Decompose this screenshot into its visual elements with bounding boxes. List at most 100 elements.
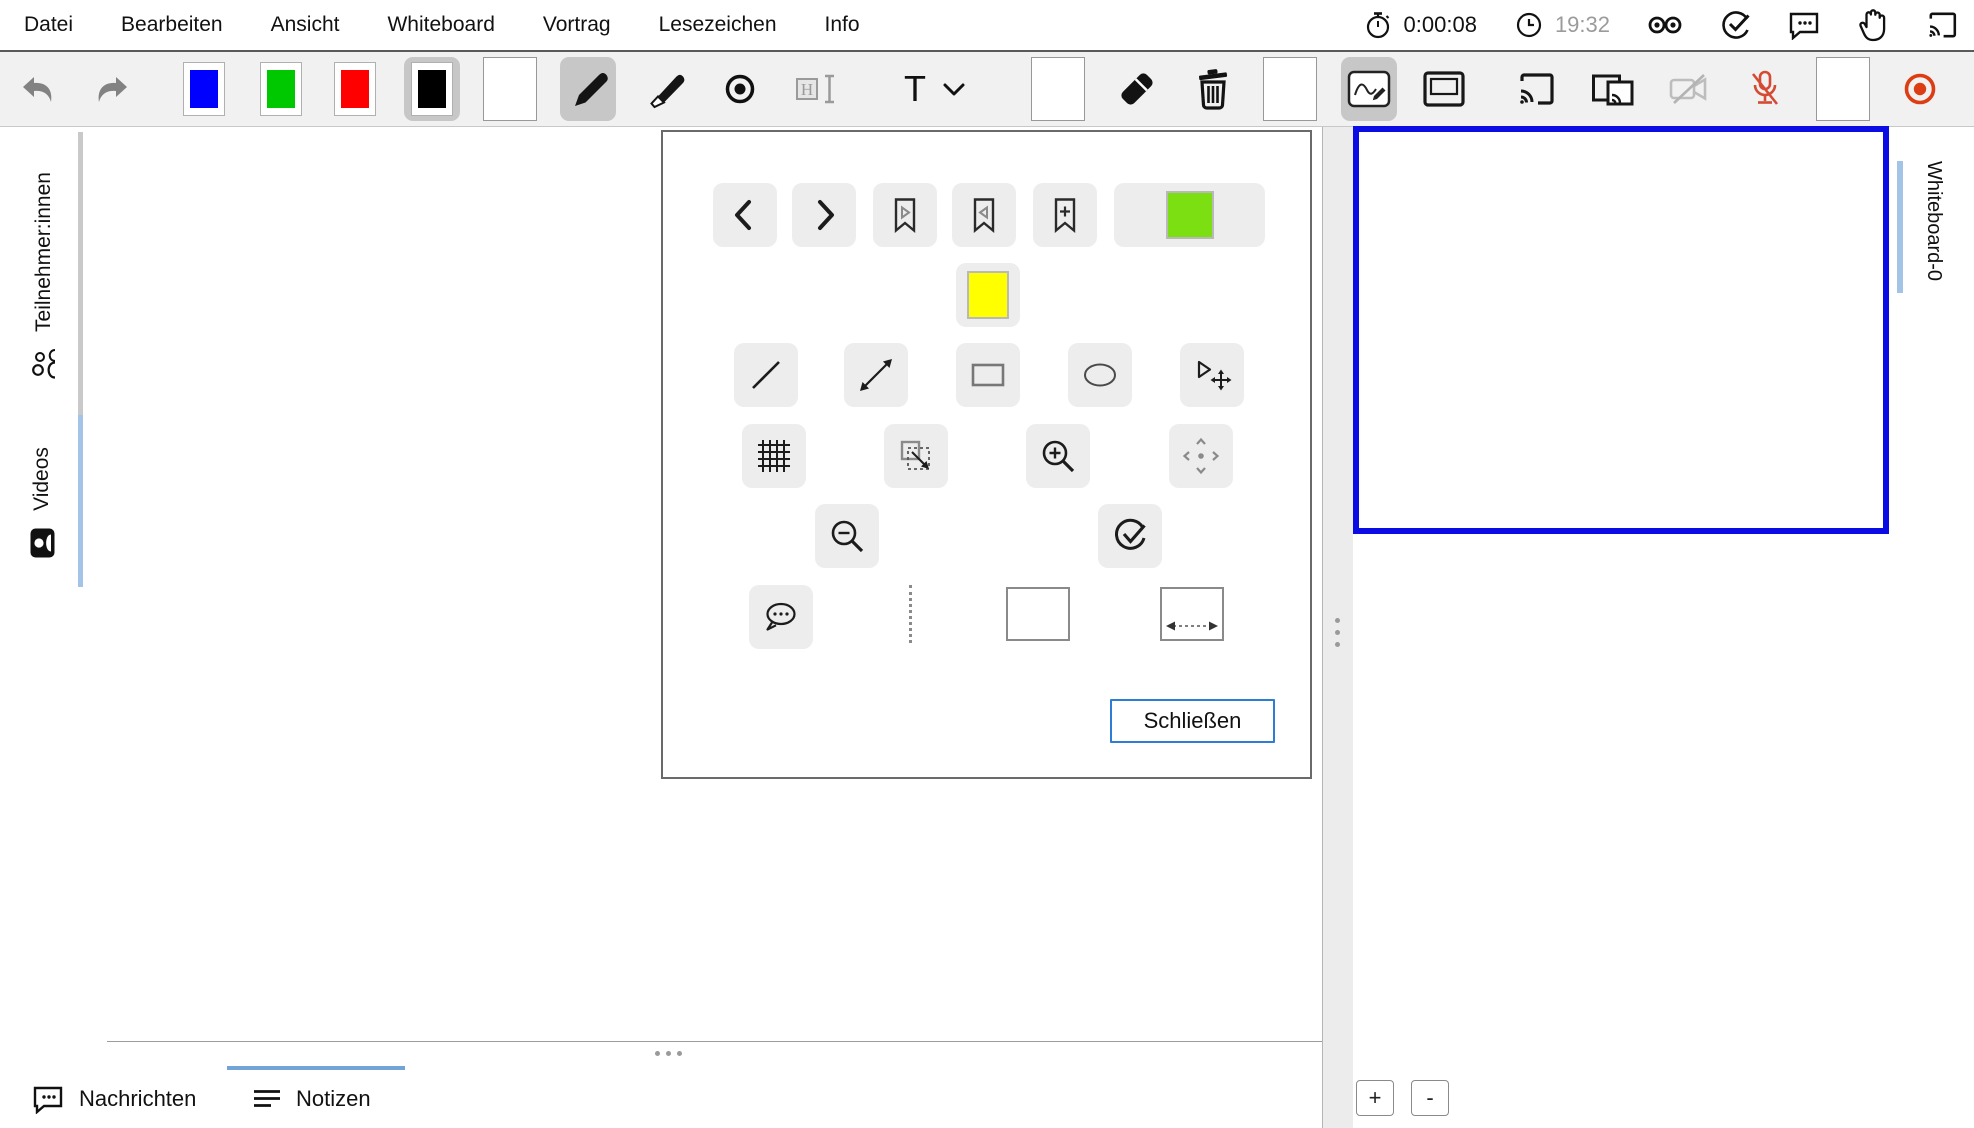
stroke-preview-box[interactable]: [482, 57, 538, 121]
messages-label: Nachrichten: [79, 1086, 196, 1112]
sidebar-item-videos[interactable]: Videos: [14, 443, 70, 563]
blank-preview-box[interactable]: [1006, 587, 1070, 641]
whiteboard-mode-icon: [1346, 69, 1392, 109]
sidebar-active-indicator: [78, 415, 83, 587]
pen-tool-button[interactable]: [560, 57, 616, 121]
bookmark-next-icon: [885, 195, 925, 235]
menu-lesezeichen[interactable]: Lesezeichen: [659, 13, 777, 37]
notes-icon: [252, 1087, 282, 1111]
eraser-preview: [1031, 57, 1085, 121]
mic-off-button[interactable]: [1737, 57, 1793, 121]
desktop-share-button[interactable]: [1416, 57, 1472, 121]
bookmark-previous-button[interactable]: [952, 183, 1016, 247]
tab-messages[interactable]: Nachrichten: [31, 1069, 196, 1128]
videos-label: Videos: [30, 447, 54, 511]
board-tab-label[interactable]: Whiteboard-0: [1919, 161, 1949, 302]
camera-off-icon: [1668, 71, 1710, 107]
resize-tool-button[interactable]: [884, 424, 948, 488]
eraser-preview-box[interactable]: [1030, 57, 1086, 121]
width-adjust-box[interactable]: [1160, 587, 1224, 641]
color-blue-button[interactable]: [176, 57, 232, 121]
messages-icon: [31, 1084, 65, 1114]
board-tab-indicator: [1897, 161, 1903, 293]
panel-gutter: [1322, 127, 1353, 1128]
marker-tool-button[interactable]: [637, 57, 693, 121]
grid-tool-button[interactable]: [742, 424, 806, 488]
record-preview-box[interactable]: [1815, 57, 1871, 121]
check-circle-icon[interactable]: [1720, 10, 1750, 40]
line-tool-button[interactable]: [734, 343, 798, 407]
menu-ansicht[interactable]: Ansicht: [271, 13, 340, 37]
marker-color-button[interactable]: [1114, 183, 1265, 247]
mic-off-icon: [1746, 68, 1784, 110]
laser-pointer-button[interactable]: [712, 57, 768, 121]
menu-vortrag[interactable]: Vortrag: [543, 13, 611, 37]
bookmark-add-button[interactable]: [1033, 183, 1097, 247]
menu-datei[interactable]: Datei: [24, 13, 73, 37]
board-thumbnail[interactable]: [1353, 126, 1889, 534]
rename-field-button[interactable]: H: [789, 57, 845, 121]
undo-button[interactable]: [10, 57, 66, 121]
select-move-button[interactable]: [1180, 343, 1244, 407]
stroke-preview: [483, 57, 537, 121]
pan-tool-button[interactable]: [1169, 424, 1233, 488]
check-tool-icon: [1110, 516, 1150, 556]
color-red-button[interactable]: [327, 57, 383, 121]
arrow-tool-button[interactable]: [844, 343, 908, 407]
marker-icon: [645, 69, 685, 109]
bottom-bar: Nachrichten Notizen: [0, 1069, 1322, 1128]
cast-window-button[interactable]: [1585, 57, 1641, 121]
clock-group: 19:32: [1515, 11, 1610, 39]
menu-info[interactable]: Info: [825, 13, 860, 37]
board-label-text: Whiteboard-0: [1923, 161, 1946, 281]
thumbnail-zoom-in-button[interactable]: +: [1356, 1080, 1394, 1116]
redo-button[interactable]: [84, 57, 140, 121]
clock-time: 19:32: [1555, 12, 1610, 38]
trash-icon: [1194, 68, 1232, 110]
whiteboard-mode-button[interactable]: [1341, 57, 1397, 121]
menu-bearbeiten[interactable]: Bearbeiten: [121, 13, 223, 37]
recording-dots-icon[interactable]: [1648, 14, 1682, 36]
cast-icon[interactable]: [1926, 10, 1958, 40]
chevron-left-icon: [725, 195, 765, 235]
color-green-button[interactable]: [253, 57, 309, 121]
cast-screen-button[interactable]: [1508, 57, 1564, 121]
marker-color-swatch: [1166, 191, 1214, 239]
trash-button[interactable]: [1185, 57, 1241, 121]
rename-icon: H: [796, 72, 838, 106]
confirm-tool-button[interactable]: [1098, 504, 1162, 568]
close-dialog-button[interactable]: Schließen: [1110, 699, 1275, 743]
pointer-preview-box[interactable]: [1262, 57, 1318, 121]
sidebar-item-participants[interactable]: Teilnehmer:innen: [14, 164, 74, 388]
page-previous-button[interactable]: [713, 183, 777, 247]
text-tool-button[interactable]: T: [885, 57, 985, 121]
tab-notes[interactable]: Notizen: [252, 1069, 371, 1128]
cast-window-icon: [1591, 70, 1635, 108]
thumbnail-zoom-out-button[interactable]: -: [1411, 1080, 1449, 1116]
bookmark-add-icon: [1045, 195, 1085, 235]
page-next-button[interactable]: [792, 183, 856, 247]
undo-icon: [19, 71, 57, 107]
raise-hand-icon[interactable]: [1858, 8, 1888, 42]
clock-icon: [1515, 11, 1543, 39]
zoom-in-tool-button[interactable]: [1026, 424, 1090, 488]
arrow-tool-icon: [856, 355, 896, 395]
red-swatch: [341, 70, 369, 108]
record-button[interactable]: [1892, 57, 1948, 121]
comment-tool-button[interactable]: [749, 585, 813, 649]
highlight-color-button[interactable]: [956, 263, 1020, 327]
ellipse-tool-button[interactable]: [1068, 343, 1132, 407]
pen-icon: [568, 69, 608, 109]
zoom-out-tool-button[interactable]: [815, 504, 879, 568]
eraser-button[interactable]: [1109, 57, 1165, 121]
whiteboard-app: Datei Bearbeiten Ansicht Whiteboard Vort…: [0, 0, 1974, 1128]
menu-whiteboard[interactable]: Whiteboard: [387, 13, 494, 37]
camera-off-button[interactable]: [1661, 57, 1717, 121]
toolbar: H T: [0, 52, 1974, 127]
bookmark-next-button[interactable]: [873, 183, 937, 247]
rectangle-tool-button[interactable]: [956, 343, 1020, 407]
stopwatch-icon: [1364, 11, 1392, 39]
chat-icon[interactable]: [1788, 10, 1820, 40]
resize-tool-icon: [896, 436, 936, 476]
color-black-button[interactable]: [404, 57, 460, 121]
